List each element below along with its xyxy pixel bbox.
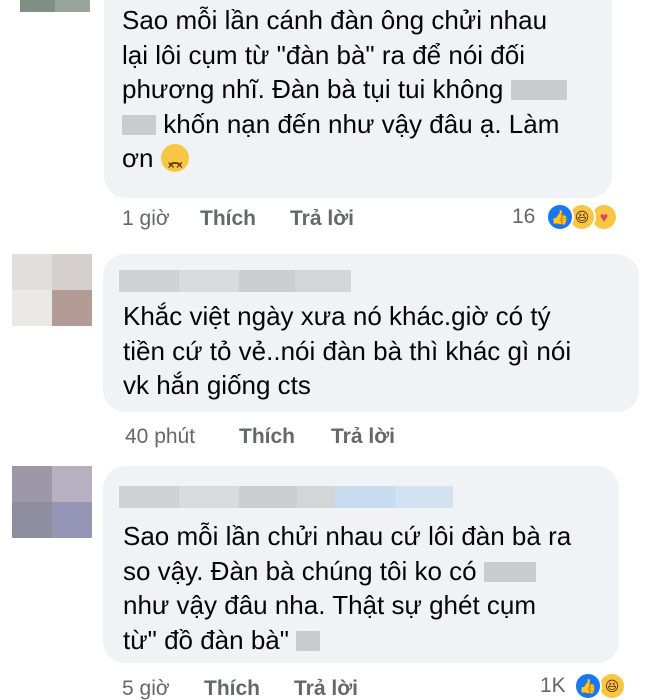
reaction-count: 16	[512, 205, 536, 228]
commenter-name[interactable]	[119, 270, 351, 292]
comment-time[interactable]: 40 phút	[125, 425, 195, 449]
like-icon: 👍	[546, 203, 574, 231]
reaction-count: 1K	[540, 674, 566, 697]
reply-button[interactable]: Trả lời	[290, 207, 354, 231]
reply-button[interactable]: Trả lời	[331, 425, 395, 449]
like-button[interactable]: Thích	[204, 677, 260, 700]
comment-time[interactable]: 1 giờ	[122, 207, 170, 231]
commenter-avatar[interactable]	[12, 254, 92, 326]
comment-bubble: Sao mỗi lần cánh đàn ông chửi nhau lại l…	[104, 0, 612, 198]
commenter-avatar[interactable]	[20, 0, 90, 12]
commenter-avatar[interactable]	[12, 466, 92, 538]
like-icon: 👍	[574, 672, 602, 700]
like-button[interactable]: Thích	[200, 207, 256, 231]
comment-actions: 40 phút Thích Trả lời	[125, 425, 425, 451]
censored-word	[296, 630, 321, 651]
like-button[interactable]: Thích	[239, 425, 295, 449]
commenter-name[interactable]	[119, 486, 453, 508]
censored-word	[122, 114, 156, 135]
reaction-summary[interactable]: 16 👍 😆 ♥	[512, 203, 632, 233]
tired-face-emoji-icon	[160, 144, 189, 183]
comment-bubble: Khắc việt ngày xưa nó khác.giờ có tý tiề…	[103, 254, 639, 412]
comment-actions: 1 giờ Thích Trả lời	[122, 207, 382, 233]
reply-button[interactable]: Trả lời	[294, 677, 358, 700]
comment-bubble: Sao mỗi lần chửi nhau cứ lôi đàn bà ra s…	[103, 466, 619, 663]
comment-text: Sao mỗi lần cánh đàn ông chửi nhau lại l…	[122, 3, 567, 183]
comment-text: Khắc việt ngày xưa nó khác.giờ có tý tiề…	[123, 301, 572, 400]
haha-icon: 😆	[598, 672, 626, 700]
censored-word	[510, 80, 567, 100]
censored-word	[483, 561, 536, 582]
comment-time[interactable]: 5 giờ	[122, 677, 170, 700]
reaction-summary[interactable]: 1K 👍 😆	[540, 672, 640, 700]
comment-actions: 5 giờ Thích Trả lời	[122, 677, 382, 700]
comment-text: Sao mỗi lần chửi nhau cứ lôi đàn bà ra s…	[123, 521, 572, 655]
